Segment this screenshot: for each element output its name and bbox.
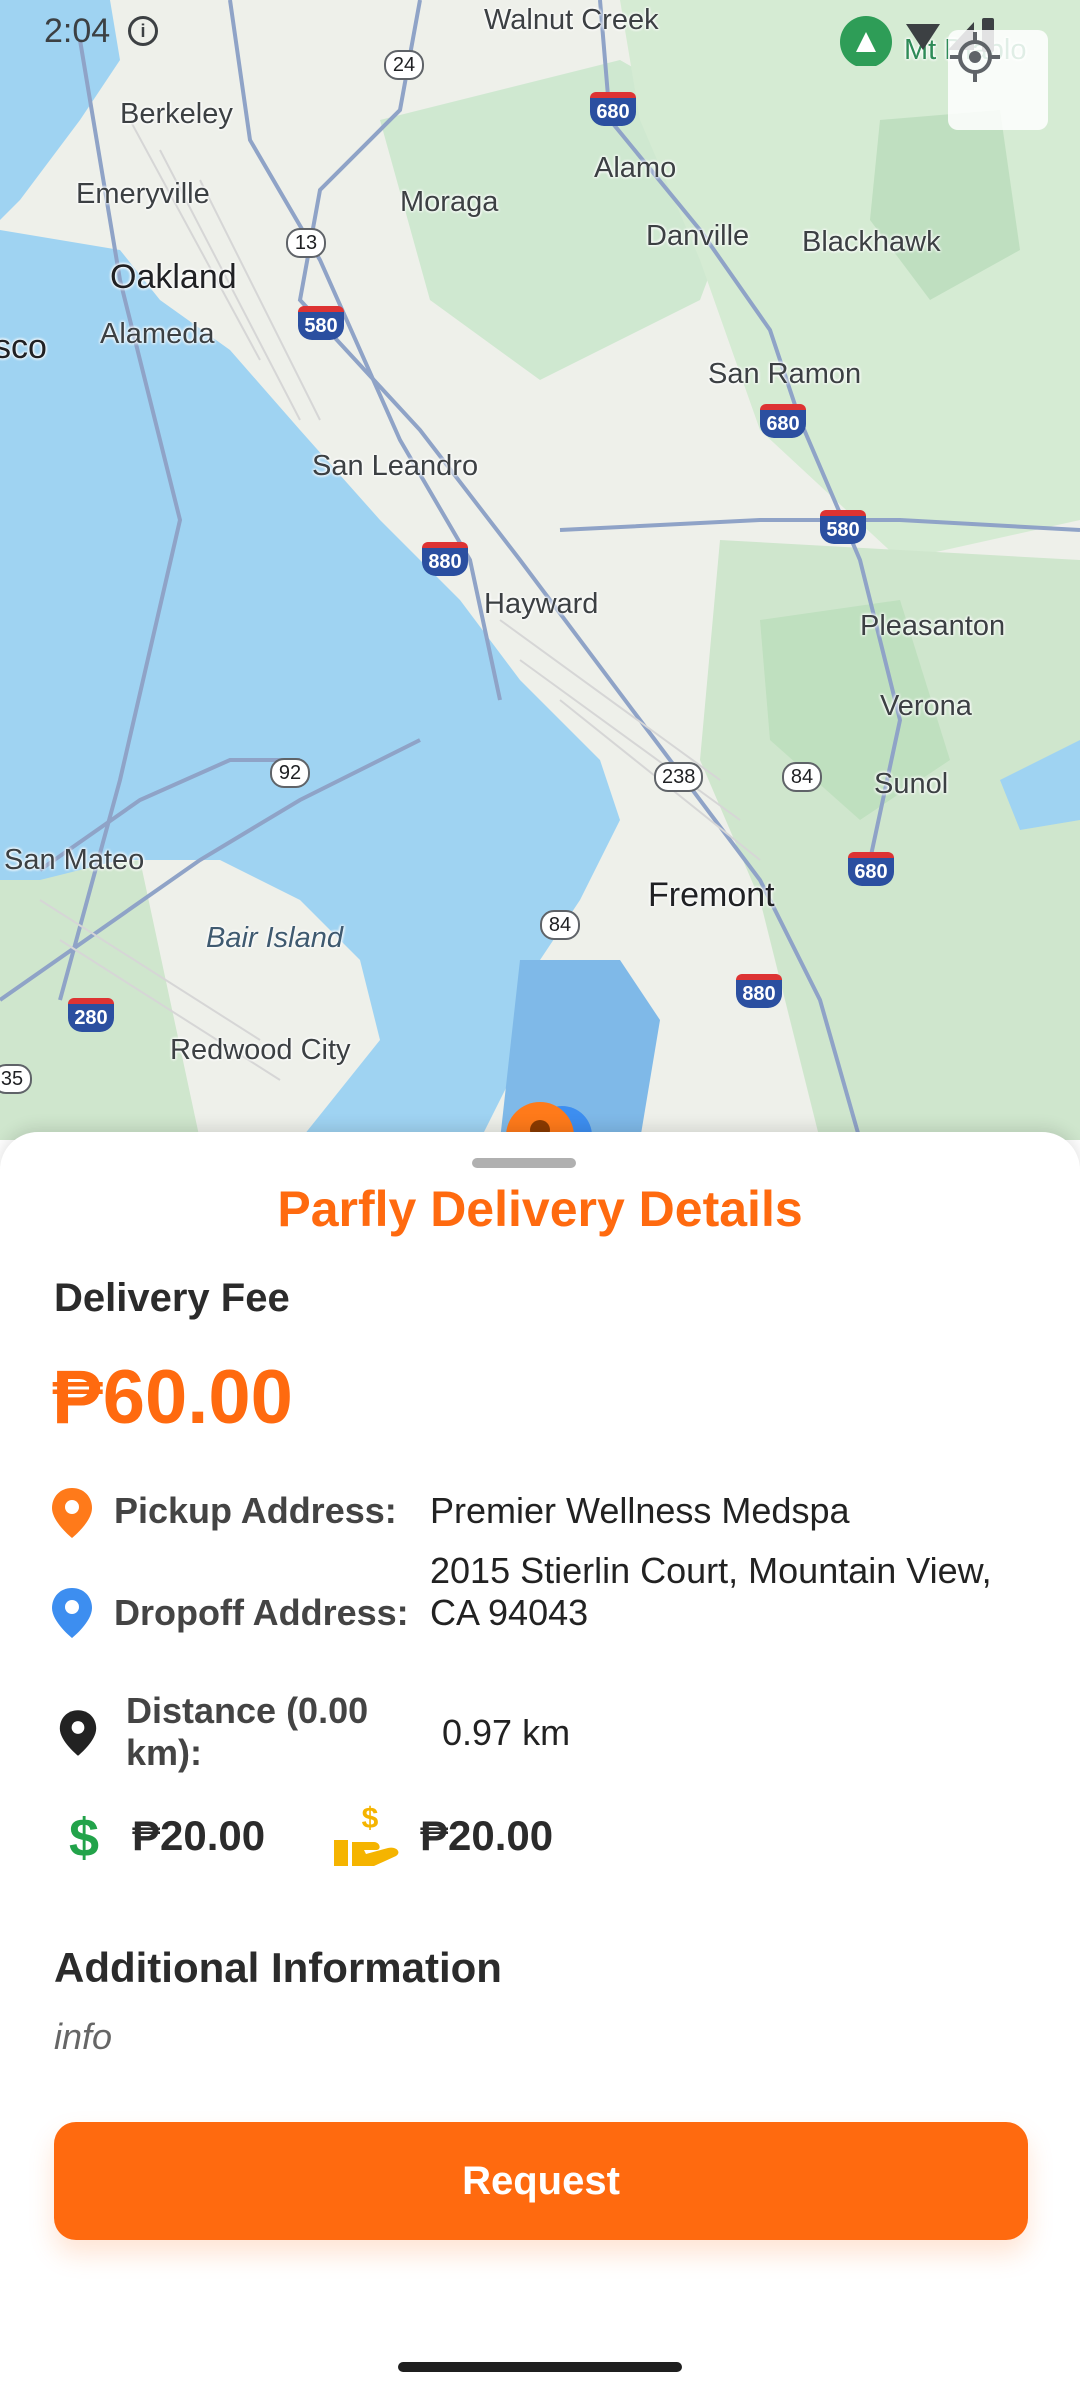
drag-handle[interactable] <box>472 1158 576 1168</box>
map-label-pleasanton: Pleasanton <box>860 610 1006 642</box>
map-label-san-leandro: San Leandro <box>312 450 479 482</box>
interstate-880-shield: 880 <box>736 974 782 1008</box>
sheet-title: Parfly Delivery Details <box>277 1181 803 1237</box>
interstate-680-shield: 680 <box>590 92 636 126</box>
dollar-icon: $ <box>69 1808 99 1864</box>
map-label-sco: sco <box>0 328 47 366</box>
map-label-moraga: Moraga <box>400 186 499 218</box>
map-label-hayward: Hayward <box>484 588 599 620</box>
wifi-icon <box>906 24 940 50</box>
map-label-verona: Verona <box>880 690 972 722</box>
svg-text:$: $ <box>69 1808 99 1864</box>
interstate-580-shield: 580 <box>298 306 344 340</box>
route-84-marker: 84 <box>540 910 580 940</box>
pickup-address-label: Pickup Address: <box>114 1490 397 1531</box>
dropoff-address-value-line2: CA 94043 <box>430 1592 589 1633</box>
pickup-address-value: Premier Wellness Medspa <box>430 1490 850 1531</box>
distance-value: 0.97 km <box>442 1712 571 1753</box>
my-location-button[interactable] <box>948 30 1048 130</box>
map-label-sunol: Sunol <box>874 768 949 800</box>
additional-info-text: info <box>54 2016 113 2057</box>
delivery-fee-amount: ₱60.00 <box>52 1355 293 1440</box>
route-92-marker: 92 <box>270 758 310 788</box>
crosshair-icon <box>950 32 1000 82</box>
map-label-san-ramon: San Ramon <box>708 358 862 390</box>
map-view[interactable]: Walnut Creek Berkeley Emeryville Moraga … <box>0 0 1080 1140</box>
map-label-berkeley: Berkeley <box>120 98 233 130</box>
map-background <box>0 0 1080 1140</box>
map-label-alameda: Alameda <box>100 318 215 350</box>
map-label-oakland: Oakland <box>110 258 237 296</box>
delivery-fee-label: Delivery Fee <box>54 1276 290 1320</box>
interstate-280-shield: 280 <box>68 998 114 1032</box>
route-13-marker: 13 <box>286 228 326 258</box>
route-35-marker: 35 <box>0 1064 32 1094</box>
delivery-details-sheet: Parfly Delivery Details Delivery Fee ₱60… <box>0 1132 1080 2400</box>
distance-label-line1: Distance (0.00 <box>126 1690 369 1731</box>
request-button[interactable]: Request <box>54 2122 1028 2240</box>
gesture-nav-bar[interactable] <box>398 2362 682 2372</box>
route-84-marker: 84 <box>782 762 822 792</box>
map-label-alamo: Alamo <box>594 152 677 184</box>
pickup-pin-icon <box>52 1488 92 1538</box>
map-label-emeryville: Emeryville <box>76 178 210 210</box>
map-label-san-mateo: San Mateo <box>4 844 145 876</box>
hand-cash-icon: $ <box>334 1802 399 1866</box>
map-label-blackhawk: Blackhawk <box>802 226 941 258</box>
map-label-fremont: Fremont <box>648 876 775 914</box>
interstate-880-shield: 880 <box>422 542 468 576</box>
map-label-bair-island: Bair Island <box>206 922 344 954</box>
status-bar: 2:04 i <box>0 0 1080 66</box>
info-icon: i <box>128 16 158 46</box>
location-pin-icon <box>840 16 892 66</box>
additional-info-title: Additional Information <box>54 1944 502 1991</box>
amount-cash: ₱20.00 <box>420 1812 554 1859</box>
map-label-redwood-city: Redwood City <box>170 1034 351 1066</box>
interstate-680-shield: 680 <box>848 852 894 886</box>
svg-text:$: $ <box>362 1802 379 1835</box>
amount-fee: ₱20.00 <box>132 1812 266 1859</box>
interstate-580-shield: 580 <box>820 510 866 544</box>
distance-label-line2: km): <box>126 1732 203 1773</box>
route-238-marker: 238 <box>654 762 704 792</box>
interstate-680-shield: 680 <box>760 404 806 438</box>
map-label-danville: Danville <box>646 220 750 252</box>
dropoff-address-value-line1: 2015 Stierlin Court, Mountain View, <box>430 1550 992 1591</box>
status-time: 2:04 <box>44 12 111 50</box>
distance-pin-icon <box>59 1710 97 1756</box>
dropoff-pin-icon <box>52 1588 92 1638</box>
dropoff-address-label: Dropoff Address: <box>114 1592 409 1633</box>
